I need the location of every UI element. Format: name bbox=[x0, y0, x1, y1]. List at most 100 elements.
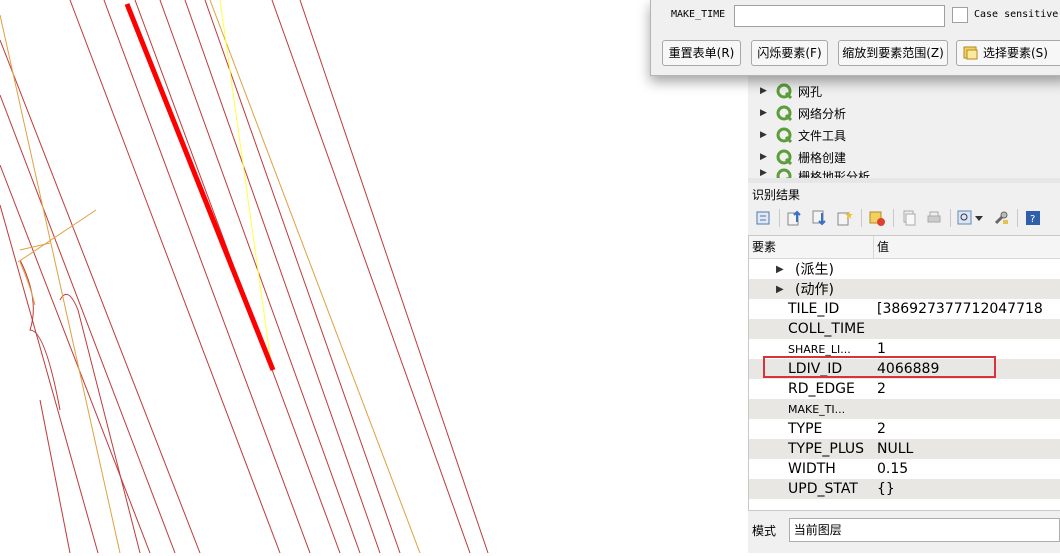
map-features[interactable] bbox=[0, 0, 748, 554]
select-features-icon bbox=[963, 46, 978, 60]
attribute-row[interactable]: RD_EDGE 2 bbox=[749, 379, 1060, 399]
expand-arrow-icon[interactable]: ▶ bbox=[760, 86, 770, 96]
road-edge-line[interactable] bbox=[0, 94, 176, 554]
zoom-to-features-button[interactable]: 缩放到要素范围(Z) bbox=[838, 40, 948, 66]
map-canvas[interactable] bbox=[0, 0, 748, 554]
make-time-input[interactable] bbox=[734, 5, 945, 27]
lane-line[interactable] bbox=[19, 242, 51, 251]
identify-toolbar: ? bbox=[748, 205, 1060, 231]
help-icon[interactable]: ? bbox=[1024, 209, 1042, 227]
case-sensitive-checkbox[interactable] bbox=[952, 7, 968, 23]
attribute-name: UPD_STAT bbox=[788, 481, 858, 497]
processing-item-label: 网络分析 bbox=[798, 106, 847, 121]
identify-results-title: 识别结果 bbox=[752, 188, 801, 202]
attribute-value: 0.15 bbox=[877, 461, 909, 477]
road-edge-line[interactable] bbox=[39, 399, 71, 554]
toolbar-separator bbox=[861, 209, 862, 227]
lane-line[interactable] bbox=[0, 14, 121, 554]
attribute-name: COLL_TIME bbox=[788, 321, 865, 337]
group-label: (动作) bbox=[795, 282, 834, 298]
column-header-feature[interactable]: 要素 bbox=[749, 236, 874, 259]
select-by-form-dialog: MAKE_TIME Case sensitive 重置表单(R) 闪烁要素(F)… bbox=[650, 0, 1060, 76]
attribute-name: MAKE_TI... bbox=[788, 402, 846, 416]
road-edge-line[interactable] bbox=[159, 0, 361, 554]
toolbar-separator bbox=[1017, 209, 1018, 227]
processing-item-mesh[interactable]: ▶ 网孔 bbox=[760, 80, 822, 102]
expand-tree-icon[interactable] bbox=[754, 209, 772, 227]
processing-item-file-tools[interactable]: ▶ 文件工具 bbox=[760, 124, 846, 146]
mode-label: 模式 bbox=[752, 523, 777, 538]
print-icon[interactable] bbox=[925, 209, 943, 227]
collapse-all-icon[interactable] bbox=[786, 209, 804, 227]
identify-results-tree[interactable]: 要素 值 ▶ (派生) ▶ (动作) TILE_ID [386927377712… bbox=[748, 235, 1060, 511]
expand-arrow-icon[interactable]: ▶ bbox=[760, 130, 770, 140]
field-label: MAKE_TIME bbox=[671, 9, 726, 20]
expand-arrow-icon[interactable]: ▶ bbox=[760, 152, 770, 162]
attribute-value: [386927377712047718 bbox=[877, 301, 1043, 317]
processing-item-network-analysis[interactable]: ▶ 网络分析 bbox=[760, 102, 846, 124]
road-edge-curve[interactable] bbox=[19, 259, 61, 411]
attribute-name: TILE_ID bbox=[788, 301, 840, 317]
attribute-name: TYPE bbox=[788, 421, 823, 437]
processing-item-raster-creation[interactable]: ▶ 栅格创建 bbox=[760, 146, 846, 168]
expand-arrow-icon[interactable]: ▶ bbox=[776, 284, 784, 295]
group-label: (派生) bbox=[795, 262, 834, 278]
expand-arrow-icon[interactable]: ▶ bbox=[760, 108, 770, 118]
tree-header: 要素 值 bbox=[749, 236, 1060, 259]
road-edge-line[interactable] bbox=[184, 0, 381, 554]
tree-group-actions[interactable]: ▶ (动作) bbox=[749, 279, 1060, 299]
lane-line[interactable] bbox=[209, 0, 421, 554]
qgis-provider-icon bbox=[776, 149, 792, 165]
qgis-provider-icon bbox=[776, 168, 792, 178]
select-features-label: 选择要素(S) bbox=[983, 46, 1048, 60]
processing-item-label: 栅格创建 bbox=[798, 150, 847, 165]
processing-item-label: 栅格地形分析 bbox=[798, 170, 871, 178]
expand-arrow-icon[interactable]: ▶ bbox=[776, 264, 784, 275]
column-header-value[interactable]: 值 bbox=[874, 236, 889, 259]
case-sensitive-label: Case sensitive bbox=[974, 9, 1059, 20]
tree-group-derived[interactable]: ▶ (派生) bbox=[749, 259, 1060, 279]
attribute-row[interactable]: COLL_TIME bbox=[749, 319, 1060, 339]
expand-new-icon[interactable] bbox=[836, 209, 854, 227]
expand-arrow-icon[interactable]: ▶ bbox=[760, 168, 770, 178]
identify-mode-row: 模式 当前图层 bbox=[748, 515, 1060, 545]
road-edge-line[interactable] bbox=[0, 204, 99, 554]
qgis-provider-icon bbox=[776, 83, 792, 99]
attribute-name: SHARE_LI... bbox=[788, 342, 851, 356]
identify-options-icon[interactable] bbox=[957, 209, 985, 227]
toolbar-separator bbox=[950, 209, 951, 227]
attribute-value: 1 bbox=[877, 341, 886, 357]
attribute-row[interactable]: TYPE 2 bbox=[749, 419, 1060, 439]
selected-outline-line[interactable] bbox=[219, 0, 273, 371]
attribute-name: RD_EDGE bbox=[788, 381, 855, 397]
settings-icon[interactable] bbox=[992, 209, 1010, 227]
attribute-value: NULL bbox=[877, 441, 914, 457]
svg-text:?: ? bbox=[1030, 214, 1035, 225]
right-dock-panel: ▶ 网孔 ▶ 网络分析 ▶ 文件工具 ▶ 栅格创建 ▶ 栅格地形分析 识别结果 bbox=[748, 0, 1060, 553]
toolbar-separator bbox=[779, 209, 780, 227]
attribute-row[interactable]: WIDTH 0.15 bbox=[749, 459, 1060, 479]
road-edge-line[interactable] bbox=[0, 164, 151, 554]
processing-item-label: 网孔 bbox=[798, 84, 823, 99]
flash-features-button[interactable]: 闪烁要素(F) bbox=[751, 40, 828, 66]
copy-feature-icon[interactable] bbox=[900, 209, 918, 227]
attribute-row[interactable]: UPD_STAT {} bbox=[749, 479, 1060, 499]
mode-select[interactable]: 当前图层 bbox=[788, 518, 1060, 542]
select-features-button[interactable]: 选择要素(S) bbox=[956, 40, 1060, 66]
attribute-name: TYPE_PLUS bbox=[788, 441, 865, 457]
reset-form-button[interactable]: 重置表单(R) bbox=[662, 40, 741, 66]
attribute-row[interactable]: MAKE_TI... bbox=[749, 399, 1060, 419]
attribute-name: WIDTH bbox=[788, 461, 836, 477]
processing-item-label: 文件工具 bbox=[798, 128, 847, 143]
panel-splitter[interactable] bbox=[748, 178, 1060, 183]
attribute-row[interactable]: TILE_ID [386927377712047718 bbox=[749, 299, 1060, 319]
toolbar-separator bbox=[893, 209, 894, 227]
road-edge-line[interactable] bbox=[103, 0, 311, 554]
expand-all-icon[interactable] bbox=[811, 209, 829, 227]
clear-results-icon[interactable] bbox=[868, 209, 886, 227]
qgis-provider-icon bbox=[776, 105, 792, 121]
processing-item-raster-terrain[interactable]: ▶ 栅格地形分析 bbox=[760, 168, 870, 178]
road-edge-line[interactable] bbox=[299, 0, 489, 554]
lane-line[interactable] bbox=[17, 209, 97, 263]
attribute-row[interactable]: TYPE_PLUS NULL bbox=[749, 439, 1060, 459]
